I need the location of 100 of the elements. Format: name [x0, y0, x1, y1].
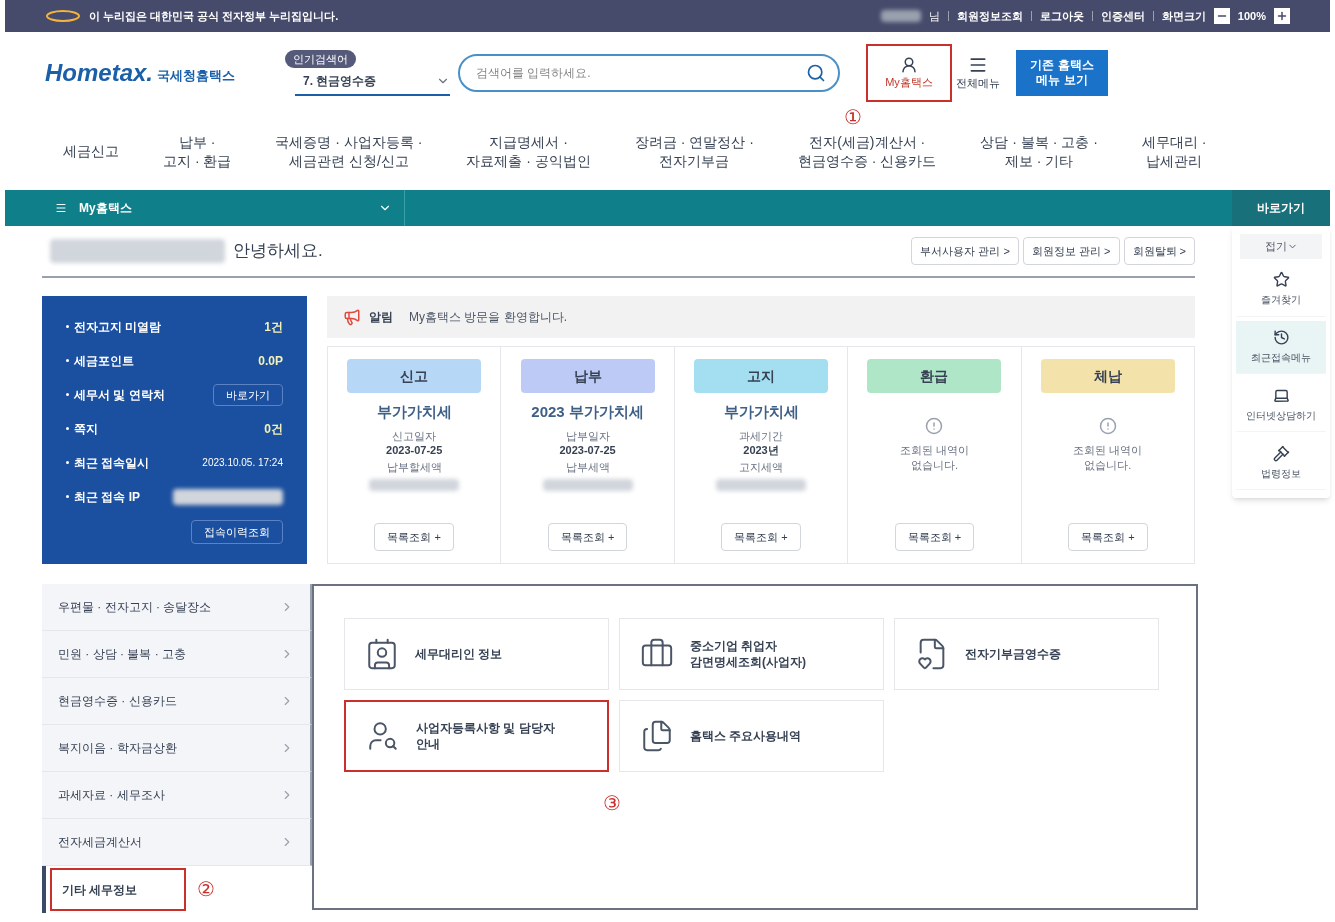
gavel-icon	[1272, 444, 1290, 462]
step-marker: ①	[844, 105, 862, 130]
side-menu-item[interactable]: 과세자료 · 세무조사	[42, 772, 312, 819]
summary-value: 0.0P	[258, 352, 283, 370]
status-tag: 고지	[694, 359, 828, 393]
quick-link[interactable]: 최근접속메뉴	[1236, 320, 1326, 375]
card-label: 신고일자	[392, 429, 437, 444]
nav-menu-item[interactable]: 전자(세금)계산서 · 현금영수증 · 신용카드	[797, 132, 937, 172]
zoom-out-button[interactable]	[1213, 8, 1230, 24]
summary-label: 세무서 및 연락처	[74, 386, 165, 404]
summary-button[interactable]: 바로가기	[213, 383, 283, 407]
search-field[interactable]: 검색어를 입력하세요.	[458, 54, 840, 92]
notice-label: 알림	[369, 309, 393, 326]
side-menu-item[interactable]: 전자세금계산서	[42, 819, 312, 866]
card-label: 납부일자	[565, 429, 610, 444]
empty-message: 조회된 내역이 없습니다.	[899, 443, 969, 474]
zoom-label: 화면크기	[1161, 8, 1206, 24]
side-menu-item[interactable]: 현금영수증 · 신용카드	[42, 678, 312, 725]
summary-value: 0건	[264, 420, 283, 438]
info-icon	[925, 417, 944, 435]
user-icon	[900, 55, 918, 74]
top-link[interactable]: 회원정보조회	[956, 7, 1023, 25]
logo-subtitle: 국세청홈택스	[157, 66, 236, 85]
account-button[interactable]: 부서사용자 관리 >	[911, 236, 1019, 266]
files-icon	[640, 719, 674, 753]
nav-menu-item[interactable]: 국세증명 · 사업자등록 · 세금관련 신청/신고	[275, 132, 423, 172]
megaphone-icon	[343, 308, 361, 326]
nav-menu-item[interactable]: 세무대리 · 납세관리	[1141, 132, 1207, 172]
top-link[interactable]: 인증센터	[1100, 7, 1145, 25]
summary-label: 전자고지 미열람	[74, 318, 162, 336]
account-button[interactable]: 회원탈퇴 >	[1123, 236, 1195, 266]
list-view-button[interactable]: 목록조회 +	[547, 522, 628, 551]
service-tile[interactable]: 사업자등록사항 및 담당자 안내	[344, 700, 609, 772]
logo[interactable]: Hometax.	[45, 61, 154, 85]
search-icon[interactable]	[806, 63, 826, 83]
empty-message: 조회된 내역이 없습니다.	[1073, 443, 1143, 474]
status-tag: 납부	[520, 359, 655, 393]
step-marker: ②	[197, 877, 215, 902]
user-suffix: 님	[928, 8, 940, 24]
history-icon	[1272, 329, 1290, 347]
popular-search-select[interactable]: 7. 현금영수증	[295, 68, 450, 97]
user-search-icon	[366, 719, 400, 753]
card-title: 부가가치세	[376, 403, 452, 422]
card-value: 2023-07-25	[386, 443, 443, 458]
all-menu-button[interactable]: 전체메뉴	[956, 54, 1000, 92]
info-icon	[1098, 417, 1117, 435]
redaction-blur	[880, 10, 921, 22]
collapse-button[interactable]: 접기	[1240, 234, 1322, 259]
section-menu-select[interactable]: My홈택스	[55, 190, 405, 226]
menu-icon	[55, 202, 67, 214]
status-tag: 신고	[347, 359, 482, 393]
card-label: 고지세액	[739, 461, 783, 475]
summary-label: 최근 접속 IP	[74, 488, 140, 506]
summary-label: 최근 접속일시	[74, 454, 150, 472]
status-tag: 환급	[867, 359, 1002, 393]
card-value: 2023-07-25	[559, 443, 616, 458]
nav-menu-item[interactable]: 납부 · 고지 · 환급	[163, 132, 232, 172]
summary-label: 세금포인트	[74, 352, 134, 370]
top-link[interactable]: 로그아웃	[1039, 7, 1084, 25]
contact-card-icon	[365, 637, 399, 671]
summary-value: 2023.10.05. 17:24	[202, 456, 283, 471]
my-hometax-button[interactable]: My홈택스	[866, 44, 952, 102]
card-label: 납부세액	[565, 461, 610, 475]
side-menu-item[interactable]: 민원 · 상담 · 불복 · 고충	[42, 631, 312, 678]
list-view-button[interactable]: 목록조회 +	[1068, 522, 1148, 551]
summary-value: 1건	[264, 318, 283, 336]
legacy-menu-button[interactable]: 기존 홈택스 메뉴 보기	[1016, 50, 1108, 96]
service-tile[interactable]: 홈택스 주요사용내역	[619, 700, 884, 772]
government-notice: 이 누리집은 대한민국 공식 전자정부 누리집입니다.	[89, 8, 339, 24]
card-label: 과세기간	[739, 429, 783, 444]
card-value: 2023년	[743, 443, 779, 458]
nav-menu-item[interactable]: 세금신고	[63, 142, 119, 162]
list-view-button[interactable]: 목록조회 +	[894, 522, 975, 551]
nav-menu-item[interactable]: 장려금 · 연말정산 · 전자기부금	[634, 132, 754, 172]
list-view-button[interactable]: 목록조회 +	[721, 522, 801, 551]
logo-icon	[45, 9, 81, 23]
card-title: 부가가치세	[723, 403, 799, 422]
nav-menu-item[interactable]: 지급명세서 · 자료제출 · 공익법인	[466, 132, 591, 172]
summary-label: 쪽지	[74, 420, 98, 438]
popular-search-badge: 인기검색어	[285, 49, 356, 69]
card-title: 2023 부가가치세	[531, 403, 644, 422]
star-icon	[1272, 271, 1290, 289]
service-tile[interactable]: 세무대리인 정보	[344, 618, 609, 690]
plus-icon	[1276, 10, 1288, 22]
card-label: 납부할세액	[386, 461, 442, 475]
status-tag: 체납	[1040, 359, 1175, 393]
quick-links-title: 바로가기	[1232, 190, 1330, 226]
nav-menu-item[interactable]: 상담 · 불복 · 고충 · 제보 · 기타	[980, 132, 1098, 172]
list-view-button[interactable]: 목록조회 +	[374, 522, 454, 551]
access-history-button[interactable]: 접속이력조회	[191, 519, 283, 545]
side-menu-item[interactable]: 복지이음 · 학자금상환	[42, 725, 312, 772]
step-marker: ③	[603, 791, 621, 816]
side-menu-item[interactable]: 우편물 · 전자고지 · 송달장소	[42, 584, 312, 631]
notice-text: My홈택스 방문을 환영합니다.	[409, 309, 567, 326]
service-tile[interactable]: 중소기업 취업자 감면명세조회(사업자)	[619, 618, 884, 690]
zoom-in-button[interactable]	[1274, 8, 1290, 24]
zoom-value: 100%	[1237, 8, 1266, 24]
account-button[interactable]: 회원정보 관리 >	[1022, 236, 1120, 266]
service-tile[interactable]: 전자기부금영수증	[894, 618, 1159, 690]
greeting-text: 안녕하세요.	[233, 240, 323, 263]
